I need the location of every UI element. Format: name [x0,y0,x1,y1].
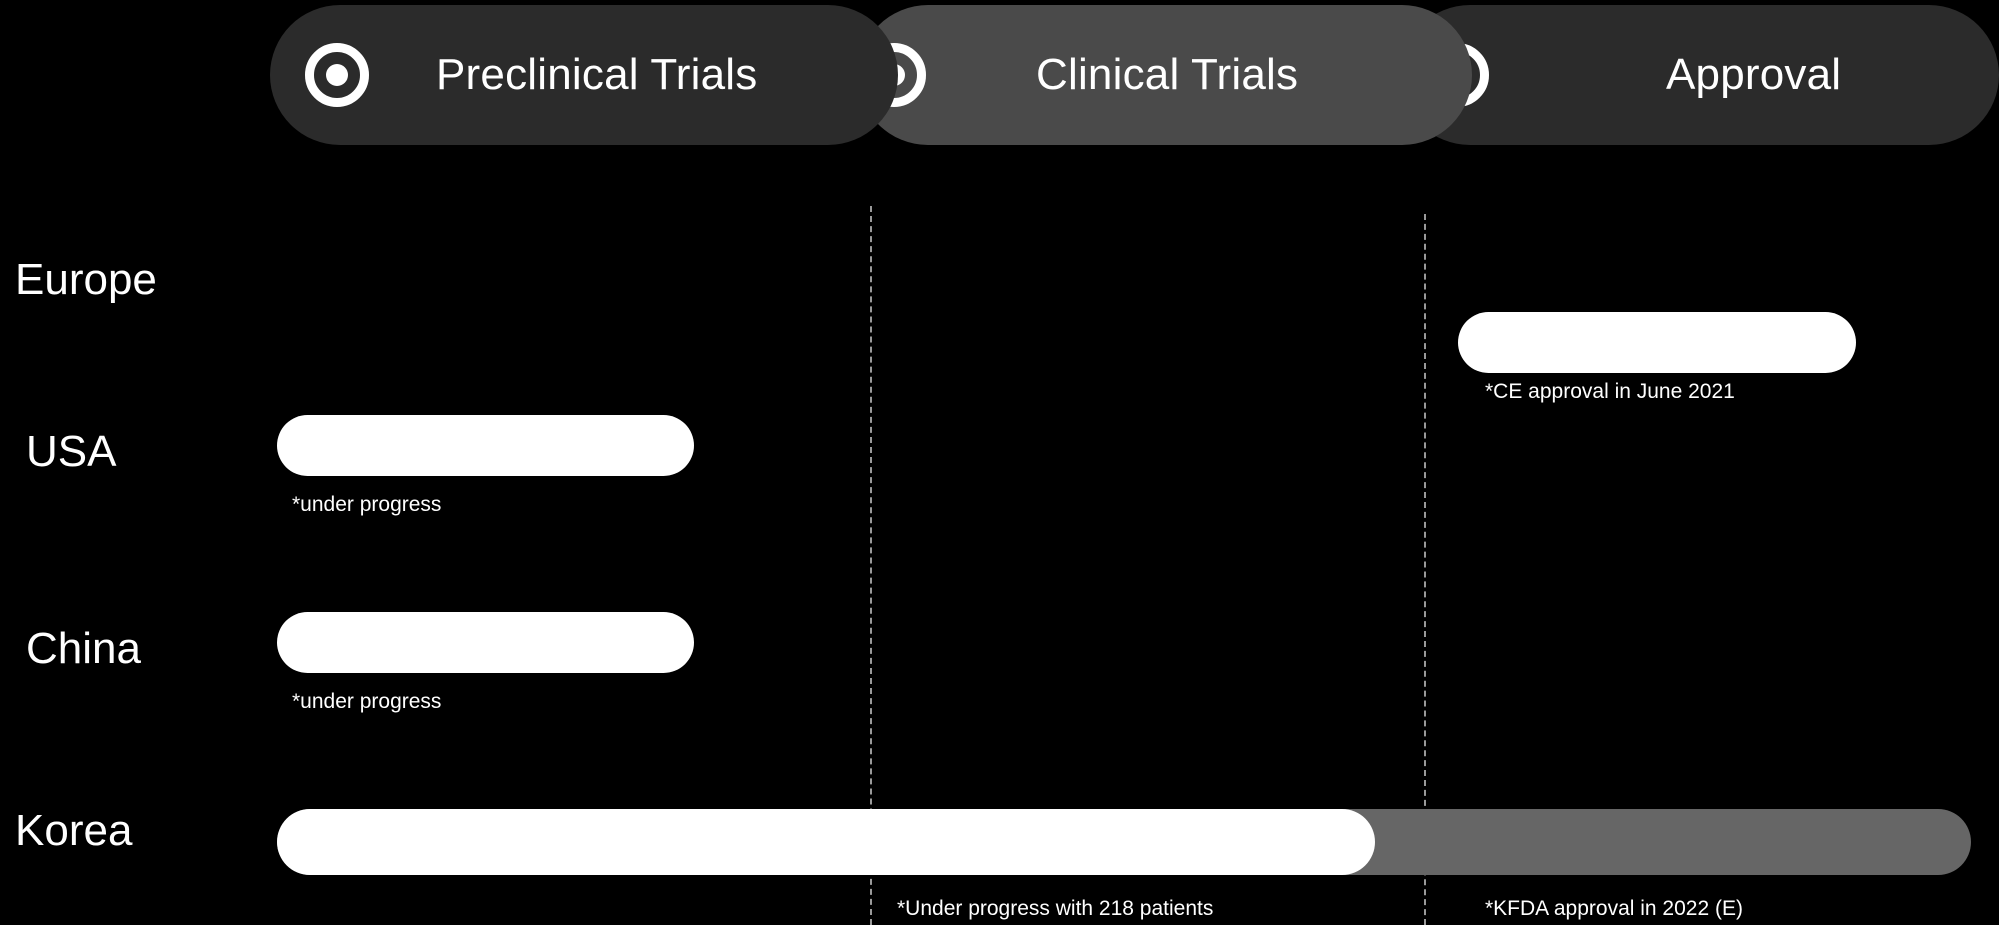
region-label-china: China [26,624,141,673]
stage-clinical-trials: Clinical Trials [858,5,1472,145]
stage-approval-label: Approval [1666,50,1842,99]
note-korea-clinical: *Under progress with 218 patients [897,897,1214,920]
note-korea-approval: *KFDA approval in 2022 (E) [1485,897,1743,920]
region-label-usa: USA [26,427,117,476]
region-label-korea: Korea [15,806,133,855]
progress-bar-usa [277,415,694,476]
region-label-europe: Europe [15,255,157,304]
stage-preclinical-trials: Preclinical Trials [270,5,898,145]
stage-preclinical-trials-label: Preclinical Trials [436,50,758,99]
progress-bar-korea [277,809,1375,875]
stage-approval: Approval [1400,5,1999,145]
progress-bar-china [277,612,694,673]
target-icon [305,43,369,107]
note-europe: *CE approval in June 2021 [1485,380,1735,403]
progress-bar-europe [1458,312,1856,373]
note-usa: *under progress [292,493,442,516]
stage-clinical-trials-label: Clinical Trials [1036,50,1299,99]
note-china: *under progress [292,690,442,713]
